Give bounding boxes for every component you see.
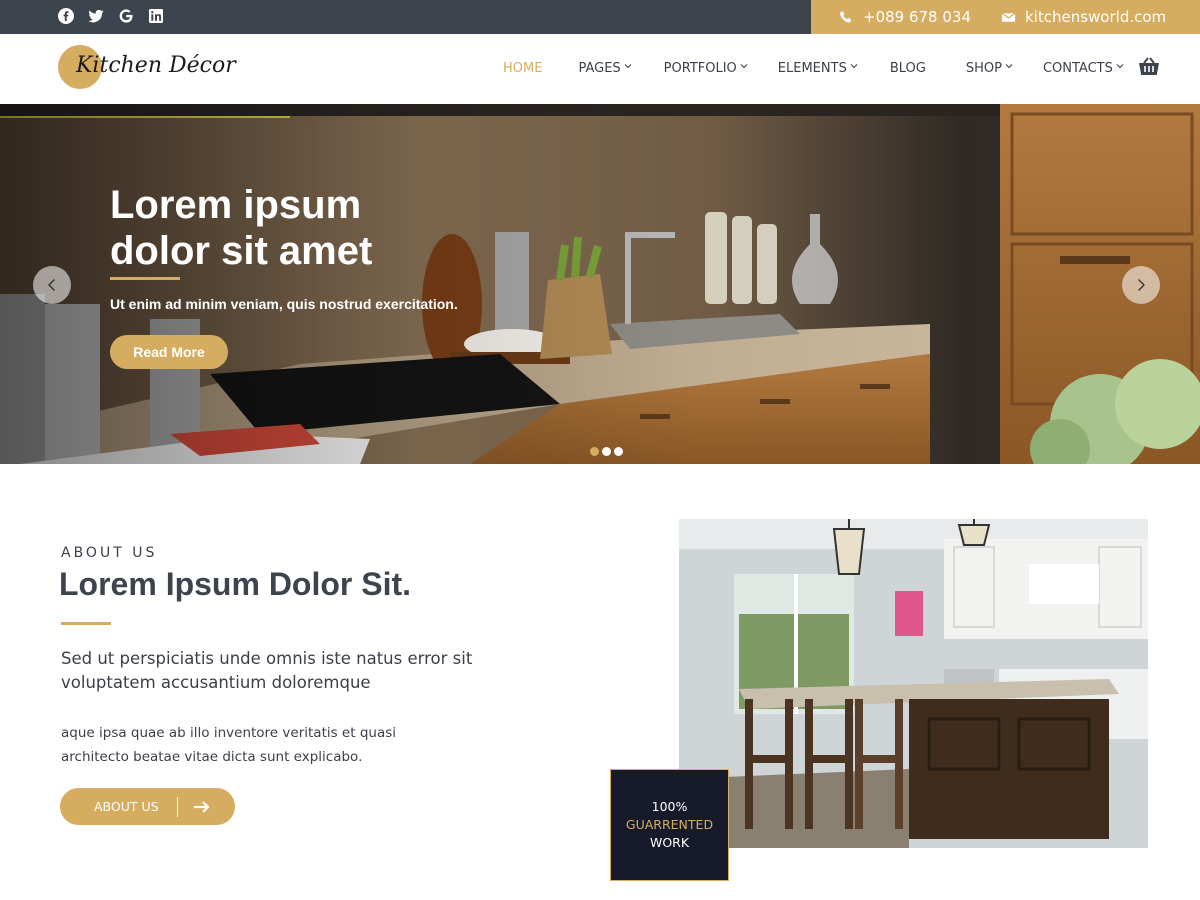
slider-prev-button[interactable] [33,266,71,304]
kitchen-hero-image [0,104,1200,464]
main-nav: HOME PAGES PORTFOLIO ELEMENTS BLOG SHOP CONTAC… [503,61,1124,76]
nav-item-label: BLOG [889,61,926,76]
slider-dot[interactable] [590,447,599,456]
about-underline [61,622,111,625]
nav-item-label: SHOP [965,61,1002,76]
nav-item-label: PAGES [578,61,621,76]
email-contact[interactable]: kitchensworld.com [1001,8,1166,26]
nav-item-contacts[interactable]: CONTACTS [1043,61,1124,76]
contact-strip: +089 678 034 kitchensworld.com [811,0,1200,34]
about-eyebrow: ABOUT US [61,545,158,561]
linkedin-icon[interactable] [148,8,164,24]
chevron-right-icon [1138,279,1145,291]
slider-dots [590,447,623,456]
email-address: kitchensworld.com [1025,8,1167,26]
envelope-icon [1001,12,1016,22]
hero-title: Lorem ipsum dolor sit amet [110,182,530,274]
nav-item-label: ELEMENTS [777,61,847,76]
chevron-left-icon [48,279,55,291]
facebook-icon[interactable] [58,8,74,24]
about-kitchen-image [679,519,1148,848]
phone-number: +089 678 034 [863,8,971,26]
nav-item-label: PORTFOLIO [663,61,737,76]
guarantee-badge: 100% GUARRENTED WORK [610,769,729,881]
twitter-icon[interactable] [88,8,104,24]
phone-contact[interactable]: +089 678 034 [839,8,971,26]
nav-item-blog[interactable]: BLOG [890,61,926,76]
button-divider [176,796,178,817]
chevron-down-icon [850,64,858,69]
slider-dot[interactable] [602,447,611,456]
chevron-down-icon [624,64,632,69]
read-more-button[interactable]: Read More [110,335,228,369]
hero-subtitle: Ut enim ad minim veniam, quis nostrud ex… [110,296,458,312]
badge-guarranted: GUARRENTED [625,817,714,832]
about-title: Lorem Ipsum Dolor Sit. [59,566,412,602]
main-header: Kitchen Décor HOME PAGES PORTFOLIO ELEMENTS… [0,34,1200,104]
nav-item-label: HOME [503,61,543,76]
basket-icon[interactable] [1137,56,1161,78]
phone-icon [839,10,852,22]
chevron-down-icon [1005,64,1013,69]
badge-percent: 100% [651,799,688,814]
hero-underline [110,277,180,280]
social-links [58,8,164,24]
about-us-button[interactable]: ABOUT US [60,788,235,825]
nav-item-home[interactable]: HOME [503,61,542,76]
nav-item-portfolio[interactable]: PORTFOLIO [664,61,748,76]
hero-title-line2: dolor sit amet [110,229,373,273]
about-lead: Sed ut perspiciatis unde omnis iste natu… [61,649,473,692]
nav-item-elements[interactable]: ELEMENTS [778,61,858,76]
nav-item-label: CONTACTS [1042,61,1113,76]
hero-slider: Lorem ipsum dolor sit amet Ut enim ad mi… [0,104,1200,464]
about-body: aque ipsa quae ab illo inventore veritat… [61,725,397,765]
top-bar: +089 678 034 kitchensworld.com [0,0,1200,34]
hero-title-line1: Lorem ipsum [110,183,362,227]
slider-next-button[interactable] [1122,266,1160,304]
site-logo[interactable]: Kitchen Décor [58,45,236,91]
about-us-button-label: ABOUT US [94,799,159,814]
chevron-down-icon [740,64,748,69]
nav-item-shop[interactable]: SHOP [966,61,1013,76]
nav-item-pages[interactable]: PAGES [578,61,632,76]
arrow-right-icon [193,800,210,813]
google-icon[interactable] [118,8,134,24]
slider-dot[interactable] [614,447,623,456]
logo-text: Kitchen Décor [76,53,236,78]
badge-work: WORK [649,835,690,850]
chevron-down-icon [1116,64,1124,69]
